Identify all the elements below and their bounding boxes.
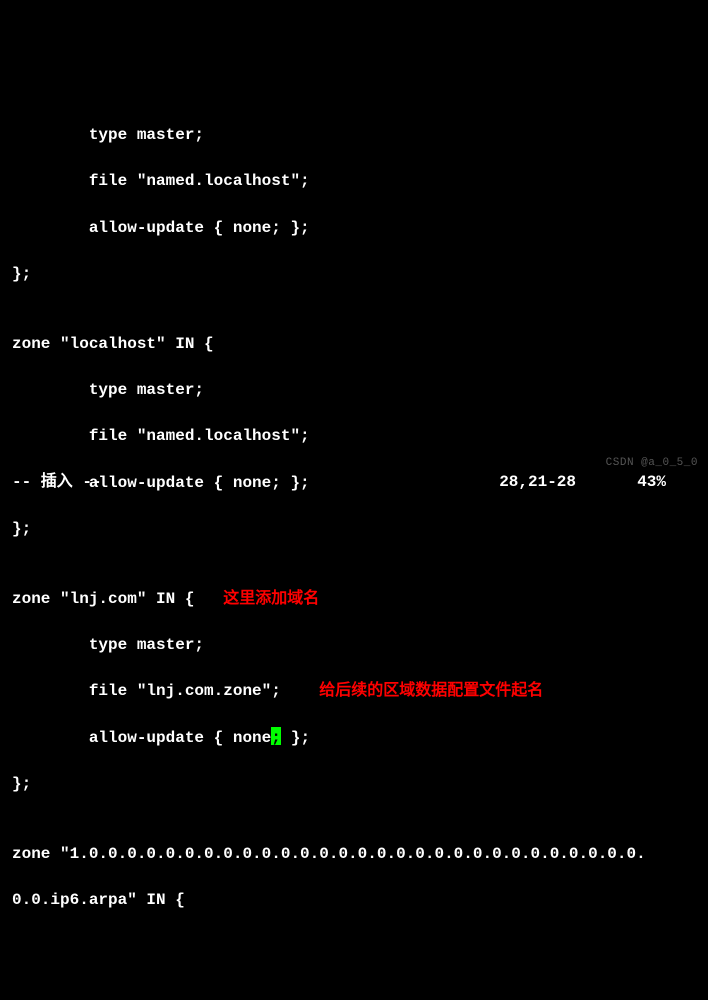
code-line: type master; xyxy=(12,634,696,657)
editor-content[interactable]: type master; file "named.localhost"; all… xyxy=(12,101,696,936)
code-line: }; xyxy=(12,263,696,286)
watermark: CSDN @a_0_5_0 xyxy=(606,456,698,472)
code-line: 0.0.ip6.arpa" IN { xyxy=(12,889,696,912)
vim-mode-indicator: -- 插入 -- xyxy=(12,471,102,494)
code-line-cursor: allow-update { none; }; xyxy=(12,727,696,750)
code-line: zone "1.0.0.0.0.0.0.0.0.0.0.0.0.0.0.0.0.… xyxy=(12,843,696,866)
code-line: allow-update { none; }; xyxy=(12,217,696,240)
code-line-zone-lnj: zone "lnj.com" IN { 这里添加域名 xyxy=(12,588,696,611)
text-cursor: ; xyxy=(271,727,281,745)
vim-scroll-percent: 43% xyxy=(637,471,666,494)
code-line: }; xyxy=(12,773,696,796)
annotation-domain: 这里添加域名 xyxy=(223,590,319,608)
code-line: }; xyxy=(12,518,696,541)
annotation-filename: 给后续的区域数据配置文件起名 xyxy=(319,682,543,700)
code-line: type master; xyxy=(12,124,696,147)
code-line: file "named.localhost"; xyxy=(12,425,696,448)
vim-cursor-position: 28,21-28 xyxy=(499,471,576,494)
code-line-file-lnj: file "lnj.com.zone"; 给后续的区域数据配置文件起名 xyxy=(12,680,696,703)
code-line: file "named.localhost"; xyxy=(12,170,696,193)
code-line: zone "localhost" IN { xyxy=(12,333,696,356)
code-line: type master; xyxy=(12,379,696,402)
vim-status-bar: -- 插入 -- 28,21-28 43% xyxy=(12,471,696,494)
